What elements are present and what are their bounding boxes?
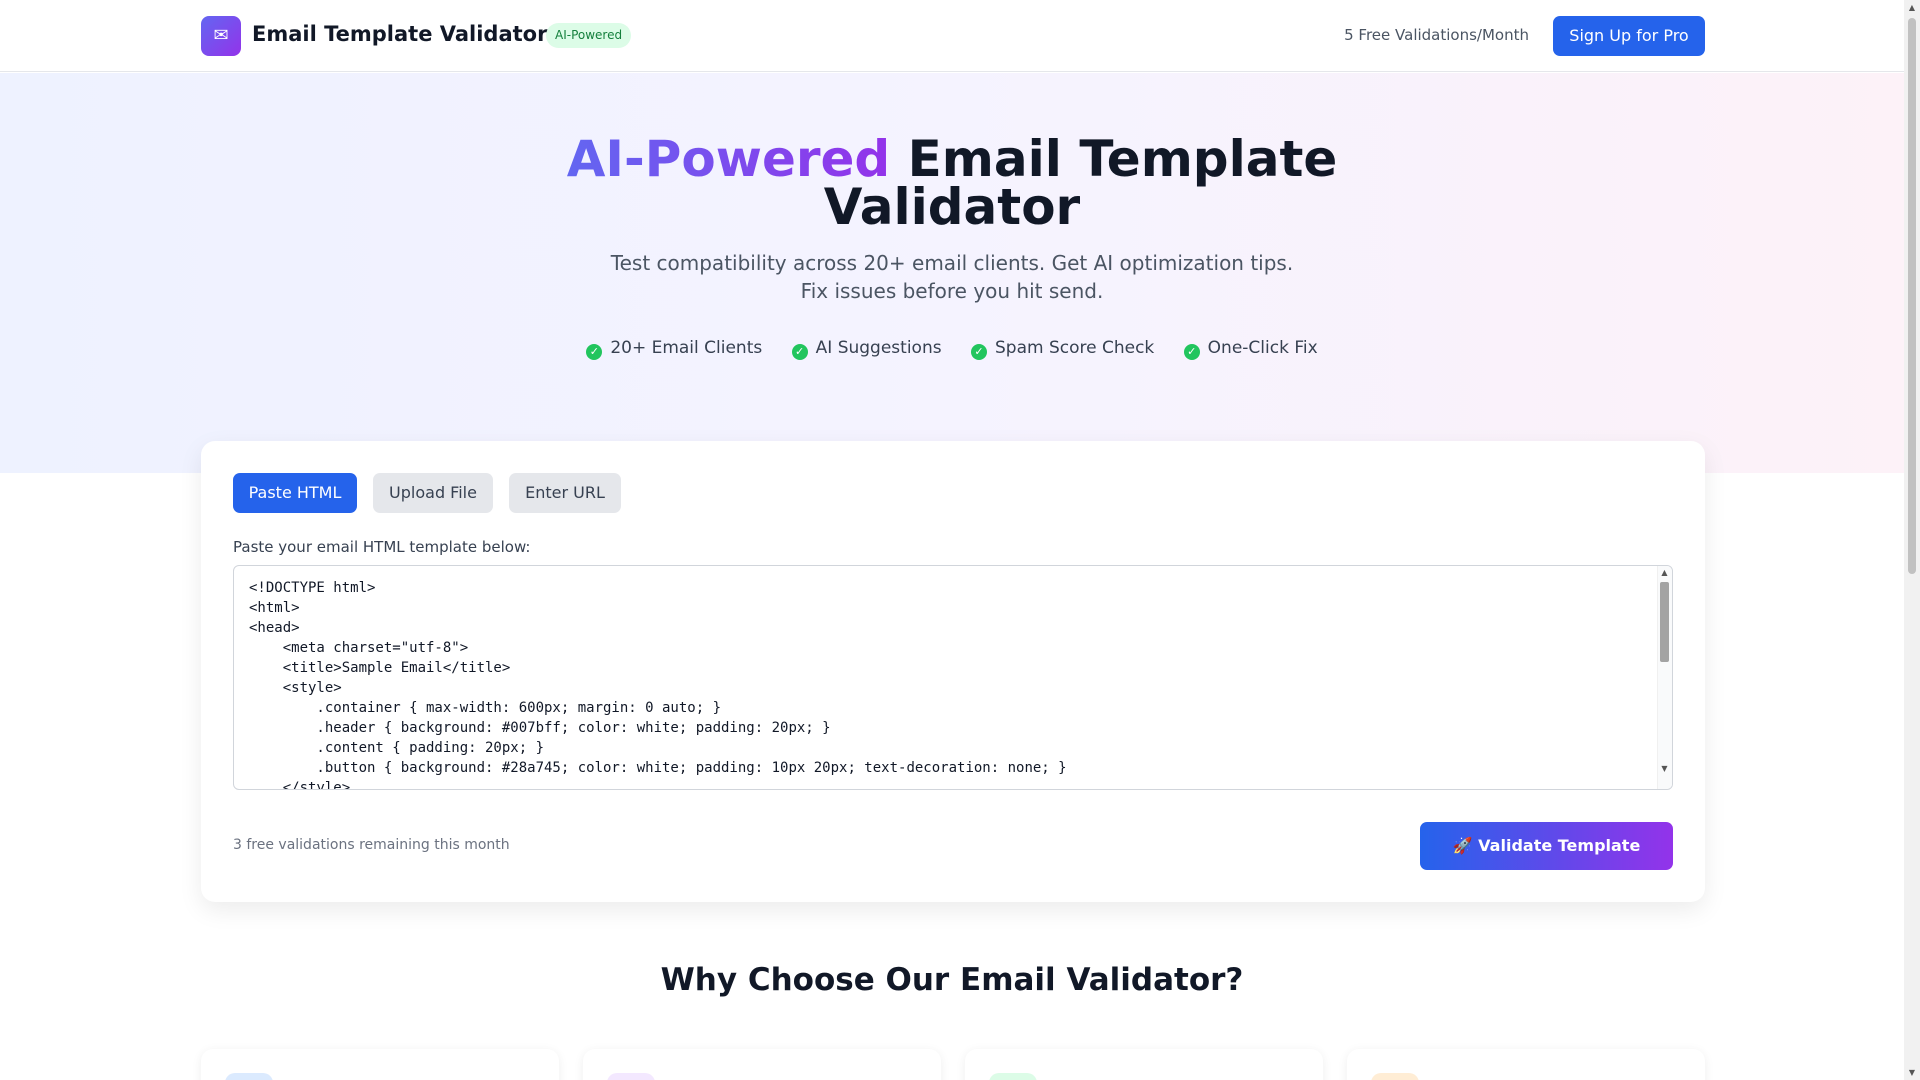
check-circle-icon: ✓: [1183, 344, 1200, 360]
feature-icon: [225, 1073, 273, 1080]
feature-icon: [1371, 1073, 1419, 1080]
feature-icon: [989, 1073, 1037, 1080]
free-validations-text: 5 Free Validations/Month: [1344, 26, 1529, 44]
tab-paste-html[interactable]: Paste HTML: [233, 473, 357, 513]
remaining-validations: 3 free validations remaining this month: [233, 837, 510, 853]
feature-one-click-fix: ✓ One-Click Fix: [1183, 338, 1318, 360]
feature-card: [1347, 1049, 1705, 1080]
top-navbar: ✉ Email Template Validator AI-Powered 5 …: [0, 0, 1904, 72]
page: ✉ Email Template Validator AI-Powered 5 …: [0, 0, 1904, 1080]
html-textarea[interactable]: <!DOCTYPE html> <html> <head> <meta char…: [233, 565, 1673, 790]
textarea-scrollbar[interactable]: ▲ ▼: [1657, 566, 1672, 789]
hero-section: AI-Powered Email Template Validator Test…: [0, 73, 1904, 473]
textarea-scroll-thumb[interactable]: [1660, 582, 1669, 662]
scroll-up-icon[interactable]: ▲: [1660, 568, 1669, 577]
paste-label: Paste your email HTML template below:: [233, 538, 531, 556]
feature-card: [583, 1049, 941, 1080]
validate-template-button[interactable]: 🚀 Validate Template: [1420, 822, 1673, 870]
feature-icon: [607, 1073, 655, 1080]
feature-card: [965, 1049, 1323, 1080]
check-circle-icon: ✓: [586, 344, 603, 360]
why-title: Why Choose Our Email Validator?: [660, 962, 1244, 998]
check-circle-icon: ✓: [970, 344, 987, 360]
hero-subtitle-line1: Test compatibility across 20+ email clie…: [610, 251, 1294, 275]
sign-up-pro-button[interactable]: Sign Up for Pro: [1553, 16, 1705, 56]
hero-title-line2: Validator: [823, 178, 1081, 236]
feature-spam-score: ✓ Spam Score Check: [970, 338, 1155, 360]
hero-subtitle: Test compatibility across 20+ email clie…: [0, 249, 1904, 305]
hero-title: AI-Powered Email Template Validator: [0, 134, 1904, 232]
feature-label: Spam Score Check: [994, 338, 1155, 358]
feature-email-clients: ✓ 20+ Email Clients: [586, 338, 762, 360]
page-scroll-thumb[interactable]: [1908, 18, 1916, 574]
html-code[interactable]: <!DOCTYPE html> <html> <head> <meta char…: [249, 578, 1067, 789]
page-scrollbar[interactable]: ▲ ▼: [1904, 0, 1920, 1080]
feature-card: [201, 1049, 559, 1080]
feature-label: AI Suggestions: [815, 338, 942, 358]
page-scroll-up-icon[interactable]: ▲: [1904, 3, 1920, 12]
tab-upload-file[interactable]: Upload File: [373, 473, 493, 513]
check-circle-icon: ✓: [791, 344, 808, 360]
scroll-down-icon[interactable]: ▼: [1660, 764, 1669, 773]
tab-enter-url[interactable]: Enter URL: [509, 473, 621, 513]
app-title: Email Template Validator: [252, 22, 548, 46]
feature-ai-suggestions: ✓ AI Suggestions: [791, 338, 942, 360]
page-scroll-down-icon[interactable]: ▼: [1904, 1068, 1920, 1077]
feature-label: 20+ Email Clients: [610, 338, 763, 358]
validator-card: Paste HTML Upload File Enter URL Paste y…: [201, 441, 1705, 902]
envelope-icon: ✉: [201, 16, 241, 56]
hero-subtitle-line2: Fix issues before you hit send.: [800, 279, 1104, 303]
feature-label: One-Click Fix: [1207, 338, 1318, 358]
hero-features: ✓ 20+ Email Clients ✓ AI Suggestions ✓ Spam…: [0, 338, 1904, 360]
ai-powered-badge: AI-Powered: [546, 23, 632, 48]
